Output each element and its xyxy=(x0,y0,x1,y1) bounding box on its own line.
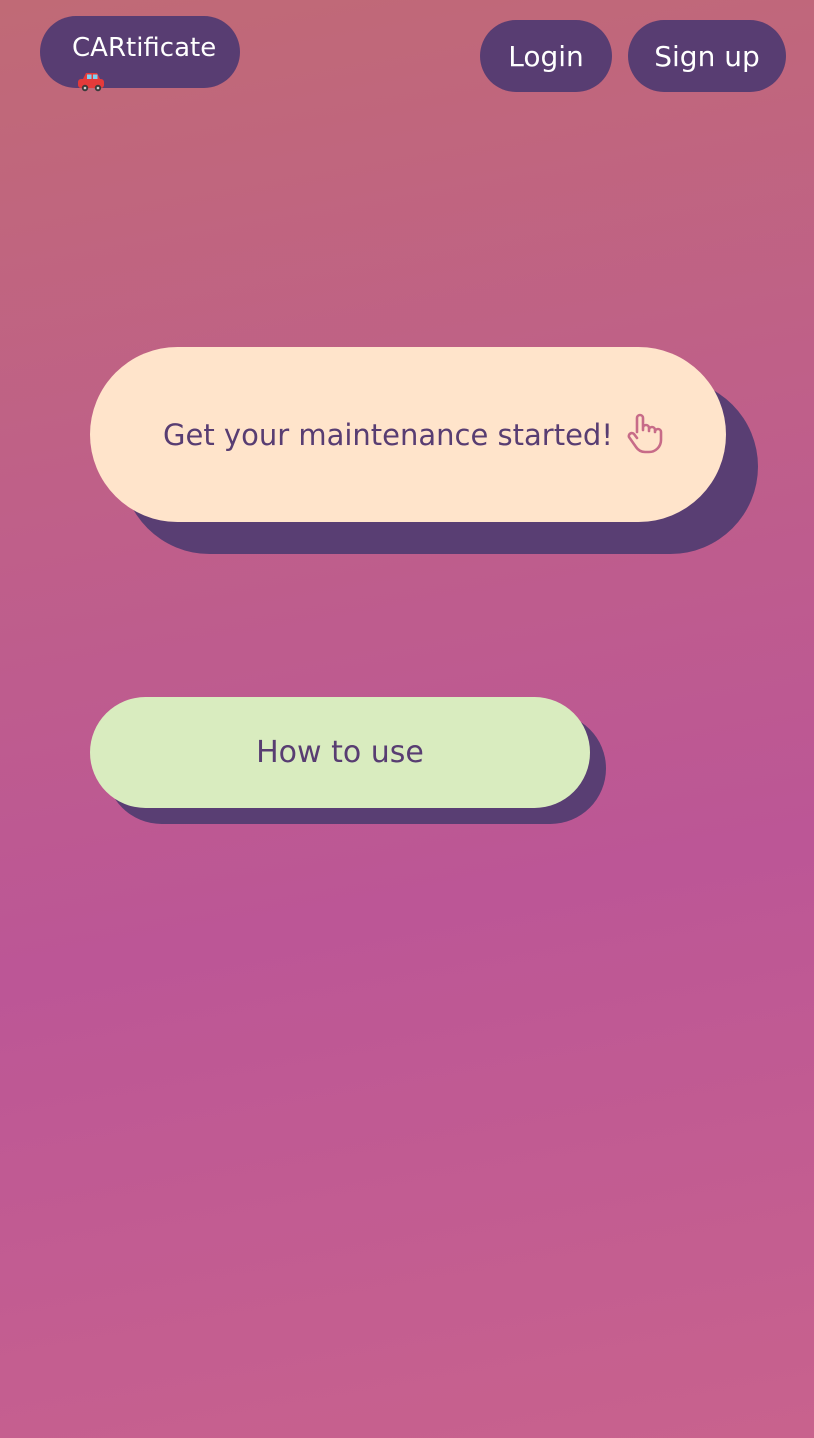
pointing-hand-icon xyxy=(627,413,663,453)
login-button[interactable]: Login xyxy=(480,20,612,92)
landing-page: { "header": { "brand_label": "CARtificat… xyxy=(0,0,814,1438)
brand-logo-button[interactable]: CARtificate xyxy=(40,16,240,92)
how-to-use-button[interactable]: How to use xyxy=(90,697,590,808)
login-label: Login xyxy=(508,39,584,73)
get-started-label: Get your maintenance started! xyxy=(163,417,613,452)
car-icon xyxy=(78,73,104,92)
signup-button[interactable]: Sign up xyxy=(628,20,786,92)
brand-name: CARtificate xyxy=(72,33,217,63)
how-to-use-label: How to use xyxy=(256,735,424,770)
signup-label: Sign up xyxy=(654,39,760,73)
get-started-button[interactable]: Get your maintenance started! xyxy=(90,347,726,522)
